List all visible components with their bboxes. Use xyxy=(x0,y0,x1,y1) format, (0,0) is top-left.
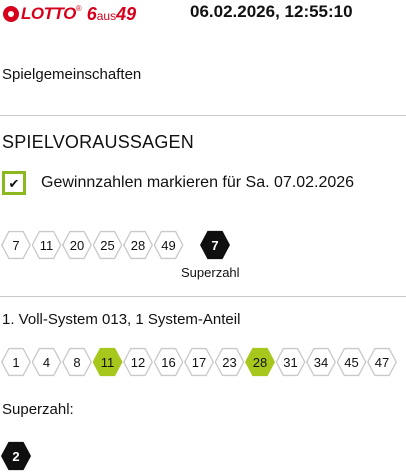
winning-number-value: 49 xyxy=(155,232,182,258)
ticket-number: 12 xyxy=(123,347,153,377)
system-ticket-title: 1. Voll-System 013, 1 System-Anteil xyxy=(2,311,241,328)
ticket-number-value: 34 xyxy=(307,349,335,375)
winning-number: 25 xyxy=(92,230,123,260)
ticket-number-value: 4 xyxy=(33,349,60,375)
ticket-number-value: 47 xyxy=(368,349,396,375)
spielgemeinschaften-link[interactable]: Spielgemeinschaften xyxy=(2,66,141,83)
winning-number-value: 28 xyxy=(124,232,152,258)
logo-aus: aus xyxy=(96,9,117,23)
ticket-number: 1 xyxy=(1,347,31,377)
highlight-winning-numbers-label[interactable]: Gewinnzahlen markieren für Sa. 07.02.202… xyxy=(41,174,354,192)
ticket-number: 8 xyxy=(62,347,92,377)
ticket-number-value: 45 xyxy=(338,349,365,375)
ticket-number-value: 17 xyxy=(185,349,213,375)
ticket-number: 47 xyxy=(367,347,397,377)
logo-six: 6 xyxy=(86,3,97,24)
ticket-number: 4 xyxy=(31,347,62,377)
winning-superzahl-value: 7 xyxy=(201,232,229,258)
section-title: SPIELVORAUSSAGEN xyxy=(2,132,194,152)
ticket-number-value: 23 xyxy=(216,349,243,375)
winning-number: 7 xyxy=(1,230,31,260)
divider xyxy=(0,115,406,116)
ticket-number: 17 xyxy=(184,347,214,377)
draw-datetime: 06.02.2026, 12:55:10 xyxy=(190,2,353,21)
ticket-number-value: 8 xyxy=(63,349,91,375)
matched-number: 28 xyxy=(245,347,275,377)
ticket-number-value: 1 xyxy=(2,349,30,375)
winning-number: 28 xyxy=(123,230,153,260)
ticket-number: 16 xyxy=(153,347,184,377)
winning-number: 11 xyxy=(31,230,62,260)
ticket-number-value: 16 xyxy=(155,349,182,375)
matched-number-value: 11 xyxy=(94,349,121,375)
ticket-number-value: 31 xyxy=(277,349,304,375)
winning-superzahl: 7 xyxy=(200,230,230,260)
ticket-superzahl: 2 xyxy=(1,441,31,471)
logo-49: 49 xyxy=(116,3,137,24)
ticket-number: 34 xyxy=(306,347,336,377)
logo-lotto-text: LOTTO xyxy=(21,4,76,23)
ticket-number: 45 xyxy=(336,347,367,377)
winning-number-value: 20 xyxy=(63,232,91,258)
matched-number-value: 28 xyxy=(246,349,274,375)
ticket-superzahl-label: Superzahl: xyxy=(2,401,74,418)
winning-number-value: 7 xyxy=(2,232,30,258)
winning-number-value: 25 xyxy=(94,232,121,258)
lotto-6aus49-logo: LOTTO ® 6 aus 49 xyxy=(3,3,136,25)
superzahl-caption: Superzahl xyxy=(181,265,240,280)
highlight-winning-numbers-checkbox[interactable]: ✔ xyxy=(2,171,26,195)
matched-number: 11 xyxy=(92,347,123,377)
checkmark-icon: ✔ xyxy=(8,175,20,191)
header-bar: LOTTO ® 6 aus 49 06.02.2026, 12:55:10 xyxy=(0,0,406,30)
ticket-number-value: 12 xyxy=(124,349,152,375)
winning-number: 20 xyxy=(62,230,92,260)
divider xyxy=(0,296,406,297)
clover-icon xyxy=(3,6,19,22)
ticket-number: 23 xyxy=(214,347,245,377)
logo-registered-mark: ® xyxy=(75,3,82,13)
winning-number-value: 11 xyxy=(33,232,60,258)
winning-number: 49 xyxy=(153,230,184,260)
ticket-number: 31 xyxy=(275,347,306,377)
ticket-superzahl-value: 2 xyxy=(2,443,30,469)
